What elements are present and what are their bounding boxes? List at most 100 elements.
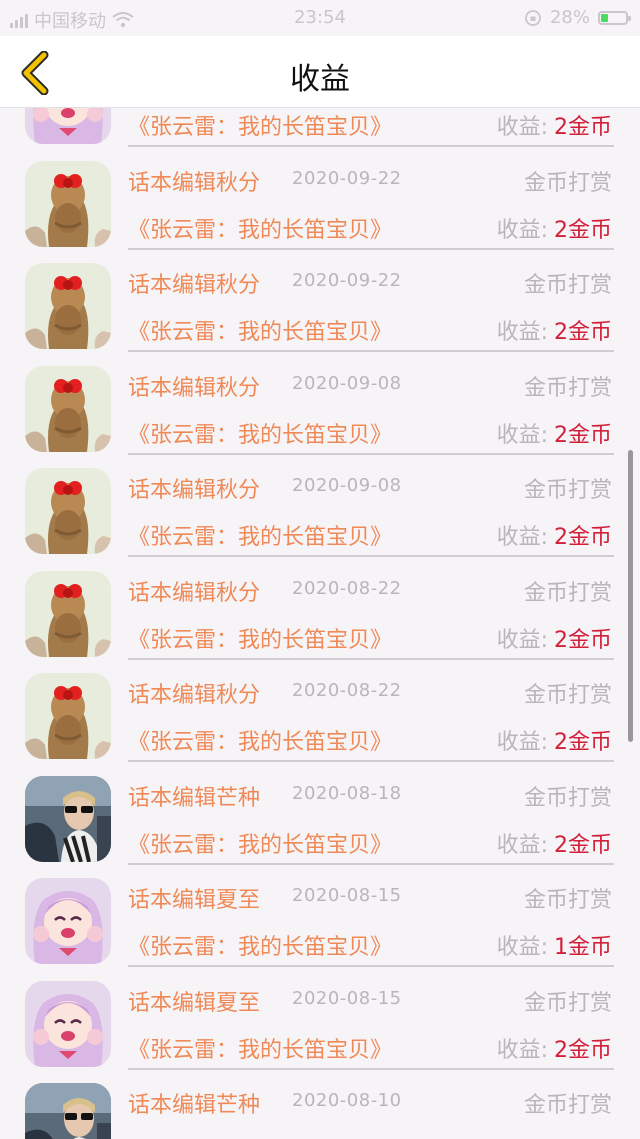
coin-amount: 2金币 bbox=[554, 832, 612, 858]
record-date: 2020-08-18 bbox=[292, 782, 402, 804]
row-divider bbox=[128, 862, 614, 865]
earning-amount: 收益:2金币 bbox=[497, 212, 612, 244]
orientation-lock-icon bbox=[525, 9, 541, 26]
coin-amount: 2金币 bbox=[554, 320, 612, 345]
earning-label: 收益: bbox=[496, 832, 548, 858]
work-title[interactable]: 《张云雷：我的长笛宝贝》 bbox=[128, 929, 392, 961]
earning-type: 金币打赏 bbox=[523, 478, 612, 503]
work-title[interactable]: 《张云雷：我的长笛宝贝》 bbox=[128, 827, 392, 859]
work-title[interactable]: 《张云雷：我的长笛宝贝》 bbox=[128, 417, 392, 449]
battery-percent: 28% bbox=[549, 7, 590, 28]
record-date: 2020-09-08 bbox=[292, 372, 402, 394]
editor-name: 话本编辑秋分 bbox=[128, 170, 261, 196]
work-title[interactable]: 《张云雷：我的长笛宝贝》 bbox=[128, 109, 392, 141]
list-item[interactable]: 话本编辑秋分 2020-08-22 金币打赏 《张云雷：我的长笛宝贝》 收益: 2金币 bbox=[0, 563, 640, 666]
list-item[interactable]: 话本编辑秋分 2020-09-08 金币打赏 《张云雷：我的长笛宝贝》 收益: 2金币 bbox=[0, 460, 640, 563]
work-title[interactable]: 《张云雷：我的长笛宝贝》 bbox=[128, 622, 392, 654]
editor-name: 话本编辑秋分 bbox=[128, 580, 261, 606]
row-divider bbox=[128, 657, 614, 660]
earning-label: 收益: bbox=[496, 730, 548, 755]
list-item[interactable]: 话本编辑秋分 2020-08-22 金币打赏 《张云雷：我的长笛宝贝》 收益: 2金币 bbox=[0, 665, 640, 768]
work-title[interactable]: 《张云雷：我的长笛宝贝》 bbox=[128, 1134, 392, 1139]
avatar[interactable] bbox=[25, 160, 111, 247]
row-divider bbox=[128, 350, 614, 352]
avatar[interactable] bbox=[25, 775, 111, 862]
earning-type: 金币打赏 bbox=[523, 375, 612, 401]
coin-amount: 2金币 bbox=[554, 422, 612, 448]
avatar[interactable] bbox=[25, 570, 111, 657]
editor-name: 话本编辑夏至 bbox=[128, 888, 261, 913]
earning-amount: 收益:2金币 bbox=[497, 417, 612, 449]
nav-bar: 收益 bbox=[0, 36, 640, 108]
earning-label: 收益: bbox=[496, 217, 548, 243]
earning-label: 收益: bbox=[496, 525, 548, 550]
earning-type: 金币打赏 bbox=[523, 580, 612, 606]
earning-amount: 收益:2金币 bbox=[497, 314, 612, 346]
earning-type: 金币打赏 bbox=[523, 785, 612, 811]
list-item[interactable]: 话本编辑芒种 2020-08-10 金币打赏《张云雷：我的长笛宝贝》 收益:2金币 bbox=[0, 1075, 640, 1139]
earning-label: 收益: bbox=[496, 627, 548, 653]
record-date: 2020-08-15 bbox=[292, 987, 402, 1009]
coin-amount: 2金币 bbox=[554, 217, 612, 243]
earnings-list[interactable]: 话本编辑夏至2020-08-15金币打赏《张云雷：我的长笛宝贝》收益:2金币话本… bbox=[0, 108, 640, 1139]
work-title[interactable]: 《张云雷：我的长笛宝贝》 bbox=[128, 724, 392, 756]
list-item[interactable]: 话本编辑夏至2020-08-15金币打赏《张云雷：我的长笛宝贝》收益:2金币 bbox=[0, 108, 640, 153]
battery-icon bbox=[598, 10, 631, 25]
editor-name: 话本编辑秋分 bbox=[128, 375, 261, 401]
editor-name: 话本编辑秋分 bbox=[128, 478, 261, 503]
earning-label: 收益: bbox=[496, 1037, 548, 1063]
coin-amount: 2金币 bbox=[554, 525, 612, 550]
coin-amount: 2金币 bbox=[554, 730, 612, 755]
coin-amount: 2金币 bbox=[554, 627, 612, 653]
earning-type: 金币打赏 bbox=[523, 273, 612, 298]
scrollbar[interactable] bbox=[628, 450, 633, 742]
avatar[interactable] bbox=[25, 263, 111, 349]
avatar[interactable] bbox=[25, 1083, 111, 1139]
record-date: 2020-08-10 bbox=[292, 1090, 402, 1111]
battery-level bbox=[601, 13, 608, 22]
list-item[interactable]: 话本编辑秋分 2020-09-22 金币打赏 《张云雷：我的长笛宝贝》 收益: 2金币 bbox=[0, 255, 640, 358]
avatar[interactable] bbox=[25, 980, 111, 1067]
earning-amount: 收益:2金币 bbox=[497, 724, 612, 756]
earning-amount: 收益:2金币 bbox=[497, 519, 612, 551]
earning-amount: 收益:2金币 bbox=[497, 827, 612, 859]
record-date: 2020-09-22 bbox=[292, 167, 402, 189]
earning-type: 金币打赏 bbox=[523, 170, 612, 196]
earning-label: 收益: bbox=[496, 115, 548, 140]
list-item[interactable]: 话本编辑秋分 2020-09-22 金币打赏《张云雷：我的长笛宝贝》 收益: 2金币 bbox=[0, 153, 640, 256]
earning-amount: 收益: 1金币 bbox=[497, 929, 612, 961]
earning-amount: 收益:2金币 bbox=[497, 1134, 612, 1139]
list-item[interactable]: 话本编辑夏至2020-08-15金币打赏《张云雷：我的长笛宝贝》收益:2金币 bbox=[0, 973, 640, 1076]
earning-label: 收益: bbox=[496, 422, 548, 448]
avatar[interactable] bbox=[25, 878, 111, 964]
row-divider bbox=[128, 247, 614, 250]
list-item[interactable]: 话本编辑秋分 2020-09-08 金币打赏《张云雷：我的长笛宝贝》 收益: 2金币 bbox=[0, 358, 640, 461]
earning-type: 金币打赏 bbox=[523, 1093, 612, 1118]
coin-amount: 2金币 bbox=[554, 1037, 612, 1063]
earning-label: 收益: bbox=[496, 935, 548, 960]
earning-amount: 收益:2金币 bbox=[497, 1032, 612, 1064]
earning-type: 金币打赏 bbox=[523, 888, 612, 913]
work-title[interactable]: 《张云雷：我的长笛宝贝》 bbox=[128, 1032, 392, 1064]
row-divider bbox=[128, 452, 614, 455]
row-divider bbox=[128, 145, 614, 147]
work-title[interactable]: 《张云雷：我的长笛宝贝》 bbox=[128, 314, 392, 346]
row-divider bbox=[128, 760, 614, 762]
work-title[interactable]: 《张云雷：我的长笛宝贝》 bbox=[128, 212, 392, 244]
record-date: 2020-09-22 bbox=[292, 270, 402, 291]
work-title[interactable]: 《张云雷：我的长笛宝贝》 bbox=[128, 519, 392, 551]
earning-label: 收益: bbox=[496, 320, 548, 345]
avatar[interactable] bbox=[25, 468, 111, 554]
list-item[interactable]: 话本编辑芒种 2020-08-18 金币打赏 《张云雷：我的长笛宝贝》 收益: 2金币 bbox=[0, 768, 640, 871]
coin-amount: 2金币 bbox=[554, 115, 612, 140]
page-title: 收益 bbox=[290, 62, 350, 97]
list-item[interactable]: 话本编辑夏至 2020-08-15 金币打赏 《张云雷：我的长笛宝贝》 收益: 1金币 bbox=[0, 870, 640, 973]
status-bar: 中国移动 23:54 28% bbox=[0, 0, 640, 36]
avatar[interactable] bbox=[25, 365, 111, 452]
editor-name: 话本编辑夏至 bbox=[128, 990, 261, 1016]
avatar[interactable] bbox=[25, 108, 111, 144]
editor-name: 话本编辑芒种 bbox=[128, 1093, 261, 1118]
row-divider bbox=[128, 965, 614, 967]
status-right: 28% bbox=[524, 7, 631, 28]
avatar[interactable] bbox=[25, 673, 111, 759]
